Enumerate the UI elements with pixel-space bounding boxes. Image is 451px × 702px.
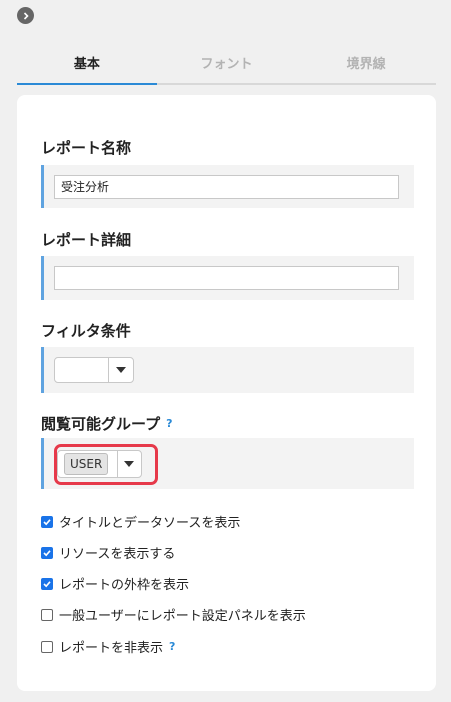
- group-label-text: 閲覧可能グループ: [41, 415, 161, 433]
- tab-border[interactable]: 境界線: [296, 51, 436, 83]
- report-name-input[interactable]: 受注分析: [54, 175, 399, 199]
- option-show-title[interactable]: タイトルとデータソースを表示: [41, 512, 240, 531]
- chevron-right-icon: [23, 11, 29, 20]
- group-field: USER: [41, 438, 414, 489]
- option-hide-report[interactable]: レポートを非表示 ?: [41, 637, 175, 656]
- option-show-frame[interactable]: レポートの外枠を表示: [41, 574, 189, 593]
- option-label: レポートを非表示: [59, 641, 164, 656]
- option-show-settings-panel[interactable]: 一般ユーザーにレポート設定パネルを表示: [41, 605, 306, 624]
- option-label: レポートの外枠を表示: [59, 578, 190, 593]
- report-detail-label: レポート詳細: [41, 231, 132, 249]
- collapse-panel-button[interactable]: [17, 7, 34, 24]
- option-label: 一般ユーザーにレポート設定パネルを表示: [59, 609, 306, 624]
- checkbox-checked[interactable]: [41, 577, 53, 590]
- help-icon[interactable]: ?: [166, 417, 172, 430]
- option-show-resource[interactable]: リソースを表示する: [41, 543, 175, 562]
- checkbox-unchecked[interactable]: [41, 640, 53, 653]
- report-name-field: 受注分析: [41, 165, 414, 208]
- tab-basic[interactable]: 基本: [17, 51, 157, 85]
- checkbox-checked[interactable]: [41, 546, 53, 559]
- filter-select-value: [55, 358, 110, 382]
- help-icon[interactable]: ?: [169, 640, 175, 653]
- tab-font[interactable]: フォント: [157, 51, 297, 83]
- caret-down-icon[interactable]: [109, 358, 133, 382]
- filter-label: フィルタ条件: [41, 322, 131, 340]
- settings-panel: レポート名称 受注分析 レポート詳細 フィルタ条件 閲覧可能グループ ? USE…: [17, 95, 436, 691]
- option-label: リソースを表示する: [59, 547, 176, 562]
- filter-select[interactable]: [54, 357, 134, 383]
- settings-tabs: 基本 フォント 境界線: [17, 51, 436, 85]
- checkbox-unchecked[interactable]: [41, 608, 53, 621]
- checkbox-checked[interactable]: [41, 515, 53, 528]
- highlight-frame: [54, 444, 158, 485]
- group-label: 閲覧可能グループ ?: [41, 413, 173, 434]
- option-label: タイトルとデータソースを表示: [59, 516, 241, 531]
- report-detail-input[interactable]: [54, 266, 399, 290]
- filter-field: [41, 347, 414, 393]
- report-name-label: レポート名称: [41, 139, 132, 157]
- report-detail-field: [41, 256, 414, 300]
